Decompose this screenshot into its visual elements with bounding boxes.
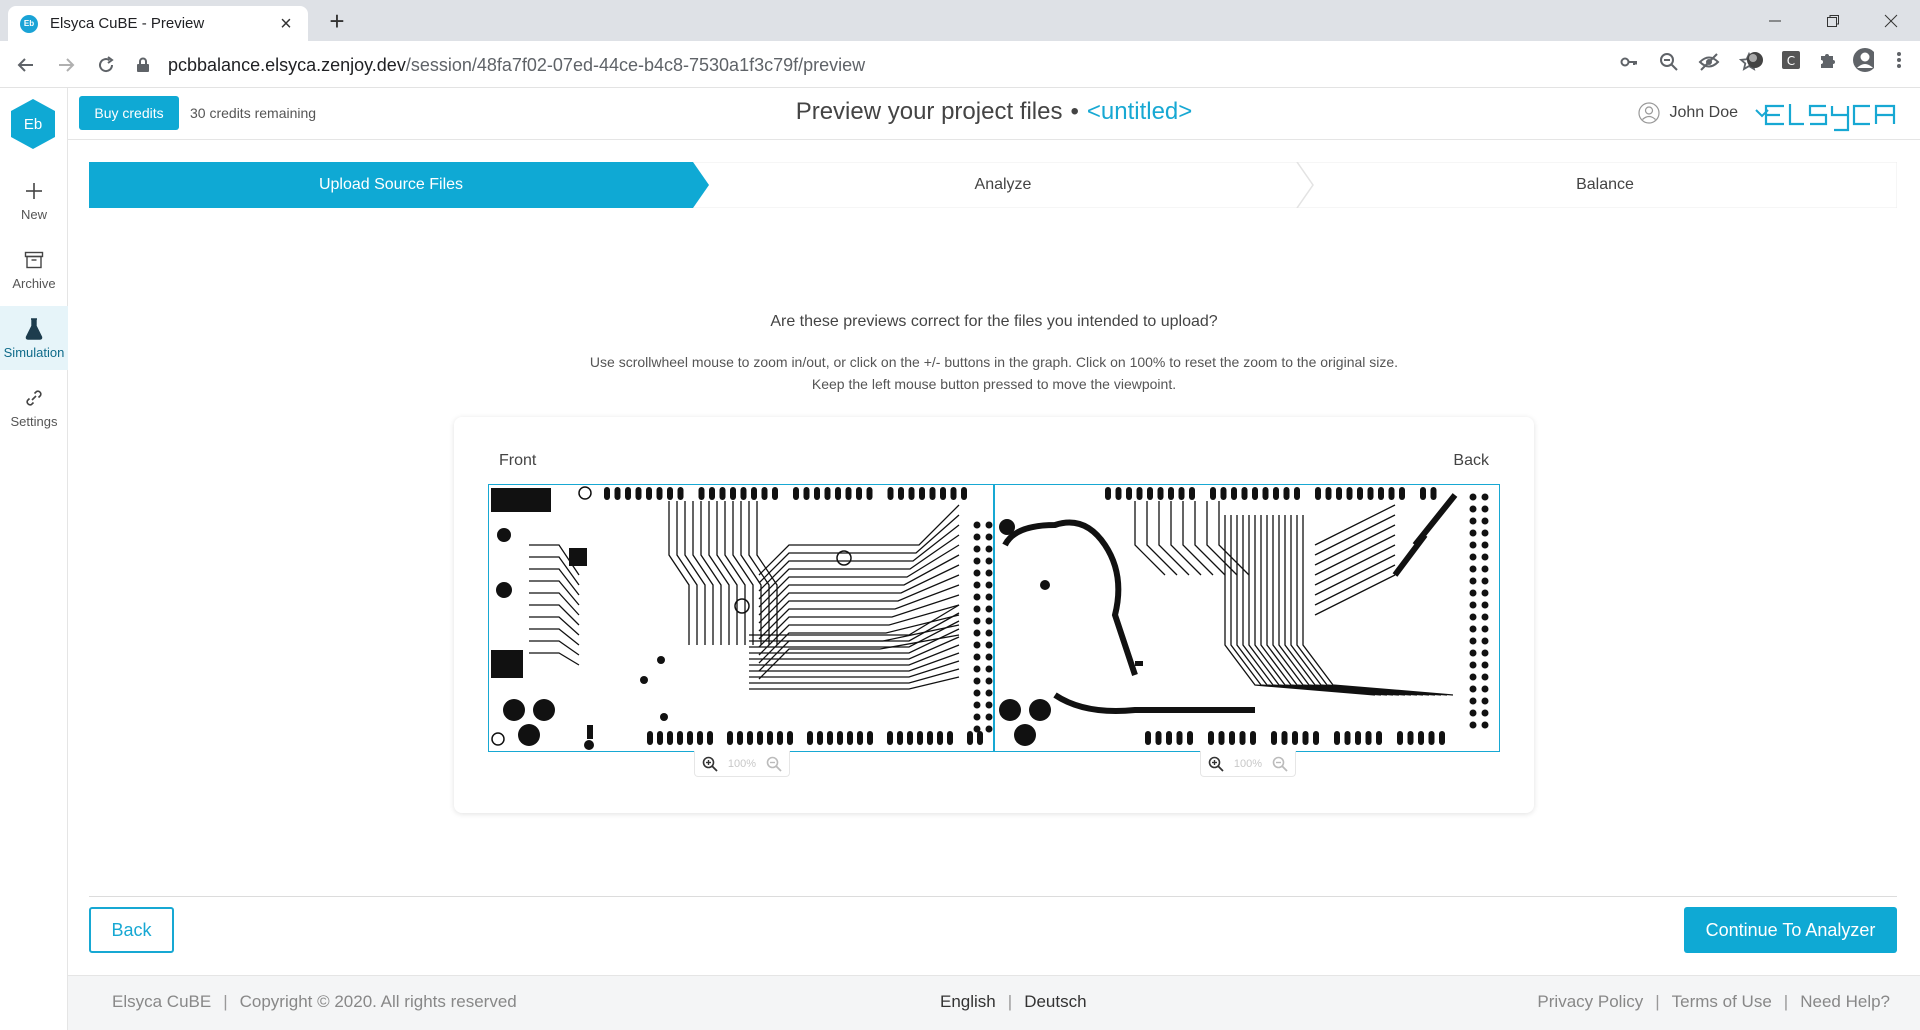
flask-icon [22, 317, 46, 341]
back-zoom-controls: 100% [1200, 751, 1296, 777]
sidebar-item-label: Settings [10, 413, 58, 429]
puzzle-icon[interactable] [1816, 49, 1838, 71]
step-balance[interactable]: Balance [1313, 162, 1897, 208]
user-name: John Doe [1669, 104, 1739, 121]
title-separator: • [1070, 98, 1079, 125]
need-help-link[interactable]: Need Help? [1800, 992, 1890, 1012]
tab-title: Elsyca CuBE - Preview [50, 15, 205, 32]
extension-c-icon[interactable]: C [1780, 49, 1802, 71]
omnibox-actions [1618, 51, 1760, 73]
close-window-icon[interactable] [1862, 0, 1920, 41]
url-text: pcbbalance.elsyca.zenjoy.dev/session/48f… [168, 54, 866, 75]
forward-arrow-icon[interactable] [52, 51, 80, 79]
back-arrow-icon[interactable] [12, 51, 40, 79]
privacy-policy-link[interactable]: Privacy Policy [1537, 992, 1643, 1012]
profile-avatar-icon[interactable] [1852, 48, 1874, 72]
extensions-bar: C [1744, 48, 1910, 72]
favicon-icon: Eb [20, 14, 38, 33]
sidebar-item-archive[interactable]: Archive [0, 237, 68, 301]
reload-icon[interactable] [92, 51, 120, 79]
footer-separator: | [1783, 992, 1789, 1011]
sidebar-item-label: New [20, 206, 47, 222]
elsyca-logo [1764, 100, 1898, 132]
extension-circle-icon[interactable] [1744, 49, 1766, 71]
language-english-link[interactable]: English [940, 992, 996, 1012]
language-deutsch-link[interactable]: Deutsch [1024, 992, 1086, 1012]
back-button[interactable]: Back [89, 907, 174, 953]
front-zoom-reset[interactable]: 100% [728, 758, 756, 770]
front-zoom-controls: 100% [694, 751, 790, 777]
page-title-text: Preview your project files [795, 98, 1063, 125]
zoom-instructions: Use scrollwheel mouse to zoom in/out, or… [589, 354, 1399, 392]
browser-toolbar: pcbbalance.elsyca.zenjoy.dev/session/48f… [0, 41, 1920, 88]
browser-tab[interactable]: Eb Elsyca CuBE - Preview × [8, 6, 308, 41]
app-logo[interactable]: Eb [10, 98, 56, 150]
preview-question: Are these previews correct for the files… [770, 313, 1218, 330]
front-preview[interactable] [488, 484, 994, 752]
zoom-in-icon[interactable] [1207, 755, 1225, 773]
archive-icon [22, 248, 46, 272]
key-icon[interactable] [1618, 51, 1640, 73]
actions-divider [89, 896, 1897, 897]
sidebar-item-label: Archive [12, 275, 56, 291]
window-controls [1746, 0, 1920, 41]
kebab-menu-icon[interactable] [1888, 49, 1910, 71]
footer-separator: | [1007, 992, 1013, 1011]
sidebar-item-new[interactable]: New [0, 168, 68, 232]
minimize-icon[interactable] [1746, 0, 1804, 41]
zoom-out-icon[interactable] [1271, 755, 1289, 773]
new-tab-icon[interactable]: + [322, 8, 352, 34]
back-pcb-image [999, 487, 1489, 746]
footer-separator: | [1655, 992, 1660, 1011]
browser-tabstrip: Eb Elsyca CuBE - Preview × + [0, 0, 1920, 41]
back-zoom-reset[interactable]: 100% [1234, 758, 1262, 770]
lock-icon[interactable] [136, 57, 154, 73]
progress-stepper: Upload Source Files Analyze Balance [89, 162, 1897, 208]
footer-copyright: Copyright © 2020. All rights reserved [239, 992, 517, 1011]
front-label: Front [499, 452, 537, 469]
app-sidebar: Eb New Archive Simulation Settings [0, 88, 68, 1030]
terms-of-use-link[interactable]: Terms of Use [1672, 992, 1772, 1012]
plus-icon [22, 179, 46, 203]
address-bar[interactable]: pcbbalance.elsyca.zenjoy.dev/session/48f… [136, 47, 1876, 83]
continue-to-analyzer-button[interactable]: Continue To Analyzer [1684, 907, 1897, 953]
footer-separator: | [223, 992, 228, 1011]
user-icon [1637, 102, 1660, 124]
close-tab-icon[interactable]: × [276, 14, 296, 34]
step-analyze[interactable]: Analyze [709, 162, 1297, 208]
svg-text:C: C [1787, 54, 1795, 68]
preview-card: Front Back 100% 100% [454, 417, 1534, 813]
restore-icon[interactable] [1804, 0, 1862, 41]
user-menu[interactable]: John Doe [1637, 102, 1771, 124]
step-upload-source-files[interactable]: Upload Source Files [89, 162, 693, 208]
sidebar-item-label: Simulation [3, 344, 65, 360]
zoom-out-icon[interactable] [765, 755, 783, 773]
back-label: Back [1453, 452, 1489, 469]
front-pcb-image [491, 486, 993, 750]
svg-text:Eb: Eb [24, 116, 42, 133]
sidebar-item-settings[interactable]: Settings [0, 375, 68, 439]
eye-off-icon[interactable] [1698, 51, 1720, 73]
footer-product: Elsyca CuBE [112, 992, 212, 1011]
app-header: Buy credits 30 credits remaining Preview… [68, 88, 1920, 140]
sidebar-item-simulation[interactable]: Simulation [0, 306, 68, 370]
project-name[interactable]: <untitled> [1087, 98, 1192, 125]
back-preview[interactable] [994, 484, 1500, 752]
app-footer: Elsyca CuBE | Copyright © 2020. All righ… [68, 975, 1920, 1030]
link-icon [22, 386, 46, 410]
zoom-in-icon[interactable] [701, 755, 719, 773]
zoom-out-icon[interactable] [1658, 51, 1680, 73]
